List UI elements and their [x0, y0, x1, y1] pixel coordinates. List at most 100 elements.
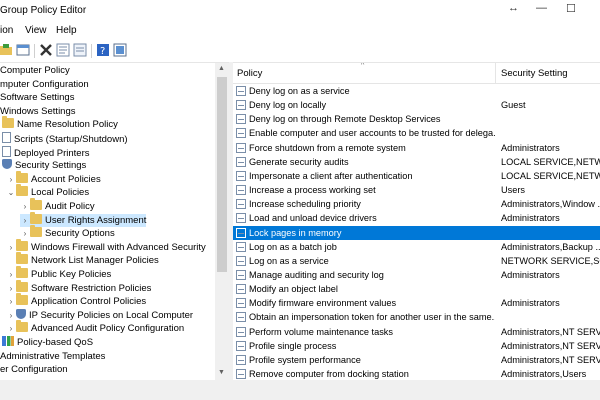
policy-row[interactable]: Manage auditing and security log Administ…	[233, 268, 600, 282]
policy-setting: Administrators,NT SERVI...	[501, 326, 600, 337]
chevron-right-icon[interactable]: ›	[6, 309, 16, 322]
policy-name: Manage auditing and security log	[249, 269, 384, 280]
policy-setting: LOCAL SERVICE,NETWO...	[501, 156, 600, 167]
policy-icon	[236, 369, 246, 379]
policy-row[interactable]: Deny log on as a service	[233, 84, 600, 98]
chevron-right-icon[interactable]: ›	[6, 295, 16, 308]
folder-icon	[16, 184, 28, 197]
tree-item[interactable]: er Configuration	[0, 363, 68, 376]
policy-row[interactable]: Generate security audits LOCAL SERVICE,NE…	[233, 155, 600, 169]
tree-item[interactable]: ⌄ Local Policies	[6, 184, 89, 199]
maximize-button[interactable]: ☐	[566, 2, 576, 15]
tree-item[interactable]: › Windows Firewall with Advanced Security	[6, 238, 206, 254]
policy-row[interactable]: Profile single process Administrators,NT …	[233, 339, 600, 353]
tree-item[interactable]: Policy-based QoS	[2, 336, 93, 349]
menu-view[interactable]: View	[25, 25, 47, 36]
tree-item-label: Windows Firewall with Advanced Security	[31, 241, 206, 253]
policy-row[interactable]: Obtain an impersonation token for anothe…	[233, 310, 600, 324]
chevron-right-icon[interactable]: ›	[6, 173, 16, 186]
policy-row[interactable]: Remove computer from docking station Admi…	[233, 367, 600, 380]
snapin-icon[interactable]	[113, 43, 127, 57]
policy-icon	[236, 142, 246, 153]
policy-name: Deny log on as a service	[249, 86, 350, 96]
policy-name: Modify firmware environment values	[249, 298, 397, 309]
export-list-icon[interactable]	[73, 43, 87, 57]
tree-item[interactable]: › Security Options	[20, 225, 115, 240]
open-folder-icon[interactable]	[0, 43, 14, 57]
menu-help[interactable]: Help	[56, 25, 77, 36]
tree-item[interactable]: › Application Control Policies	[6, 293, 146, 308]
column-separator[interactable]	[495, 63, 496, 83]
policy-row[interactable]: Modify an object label	[233, 282, 600, 296]
tree-item[interactable]: Administrative Templates	[0, 350, 105, 363]
chevron-right-icon[interactable]: ›	[20, 227, 30, 240]
policy-icon	[236, 156, 246, 167]
delete-icon[interactable]	[39, 43, 53, 57]
policy-row[interactable]: Modify firmware environment values Admini…	[233, 296, 600, 310]
tree-item[interactable]: Computer Policy	[0, 64, 70, 77]
chevron-down-icon[interactable]: ⌄	[6, 186, 16, 199]
tree-scrollbar[interactable]: ▲ ▼	[215, 63, 229, 380]
policy-row[interactable]: Increase a process working set Users	[233, 183, 600, 197]
show-hide-tree-icon[interactable]	[16, 43, 30, 57]
policy-name: Impersonate a client after authenticatio…	[249, 170, 413, 181]
scroll-up-icon[interactable]: ▲	[218, 65, 225, 72]
tree-item[interactable]: › IP Security Policies on Local Computer	[6, 308, 194, 322]
policy-name: Modify an object label	[249, 284, 338, 295]
policy-row[interactable]: Log on as a batch job Administrators,Back…	[233, 240, 600, 254]
policy-name: Deny log on through Remote Desktop Servi…	[249, 114, 441, 125]
policy-row[interactable]: Load and unload device drivers Administra…	[233, 211, 600, 225]
policy-row[interactable]: Profile system performance Administrators…	[233, 353, 600, 367]
help-icon[interactable]: ?	[96, 43, 110, 57]
policy-icon	[236, 170, 246, 181]
tree-item-label: Deployed Printers	[14, 147, 90, 159]
chevron-right-icon[interactable]: ›	[20, 200, 30, 213]
horizontal-scrollbar[interactable]	[0, 380, 600, 400]
menu-action[interactable]: ion	[0, 25, 13, 36]
tree-item[interactable]: Windows Settings	[0, 105, 76, 118]
chevron-right-icon[interactable]: ›	[20, 214, 30, 227]
column-header-setting[interactable]: Security Setting	[501, 68, 568, 79]
tree-item[interactable]: Name Resolution Policy	[2, 116, 118, 131]
tree-item-label: Computer Policy	[0, 65, 70, 76]
chevron-right-icon[interactable]: ›	[6, 322, 16, 335]
policy-icon	[236, 227, 246, 238]
policy-row[interactable]: Perform volume maintenance tasks Administ…	[233, 325, 600, 339]
policy-row[interactable]: Lock pages in memory	[233, 225, 600, 240]
tree-item[interactable]: › Public Key Policies	[6, 266, 111, 281]
folder-icon	[16, 293, 28, 306]
folder-icon	[16, 170, 28, 183]
policy-row[interactable]: Deny log on through Remote Desktop Servi…	[233, 112, 600, 126]
tree-item[interactable]: Security Settings	[2, 159, 86, 172]
tree-item[interactable]: › Software Restriction Policies	[6, 279, 151, 295]
tree-item[interactable]: Deployed Printers	[2, 145, 90, 159]
chevron-right-icon[interactable]: ›	[6, 268, 16, 281]
properties-icon[interactable]	[56, 43, 70, 57]
policy-row[interactable]: Increase scheduling priority Administrato…	[233, 197, 600, 211]
policy-row[interactable]: Impersonate a client after authenticatio…	[233, 169, 600, 183]
policy-setting: Administrators	[501, 269, 560, 280]
tree-item[interactable]: › Advanced Audit Policy Configuration	[6, 320, 184, 335]
policy-row[interactable]: Log on as a service NETWORK SERVICE,SQL..…	[233, 254, 600, 268]
policy-icon	[236, 269, 246, 280]
tree-item-label: Software Settings	[0, 92, 75, 104]
tree-item-label: IP Security Policies on Local Computer	[29, 309, 194, 321]
column-header-policy[interactable]: Policy	[237, 68, 262, 79]
scroll-down-icon[interactable]: ▼	[218, 369, 225, 376]
tree-item[interactable]: Network List Manager Policies	[6, 252, 159, 267]
chevron-right-icon[interactable]: ›	[6, 282, 16, 295]
chevron-right-icon[interactable]: ›	[6, 241, 16, 254]
minimize-button[interactable]: —	[536, 2, 547, 14]
policy-row[interactable]: Enable computer and user accounts to be …	[233, 126, 600, 140]
policy-list: ^ Policy Security Setting Deny log on as…	[233, 63, 600, 380]
menu-bar: ion View Help	[0, 22, 600, 40]
tree-item[interactable]: mputer Configuration	[0, 78, 89, 91]
tree-item[interactable]: › User Rights Assignment	[20, 211, 147, 227]
toolbar: ?	[0, 40, 600, 63]
tree-item[interactable]: Software Settings	[0, 91, 74, 104]
policy-setting: Administrators,NT SERVI...	[501, 340, 600, 351]
tree-item[interactable]: Scripts (Startup/Shutdown)	[2, 132, 128, 145]
policy-row[interactable]: Force shutdown from a remote system Admin…	[233, 141, 600, 155]
policy-row[interactable]: Deny log on locally Guest	[233, 98, 600, 112]
scrollbar-thumb[interactable]	[217, 77, 227, 272]
